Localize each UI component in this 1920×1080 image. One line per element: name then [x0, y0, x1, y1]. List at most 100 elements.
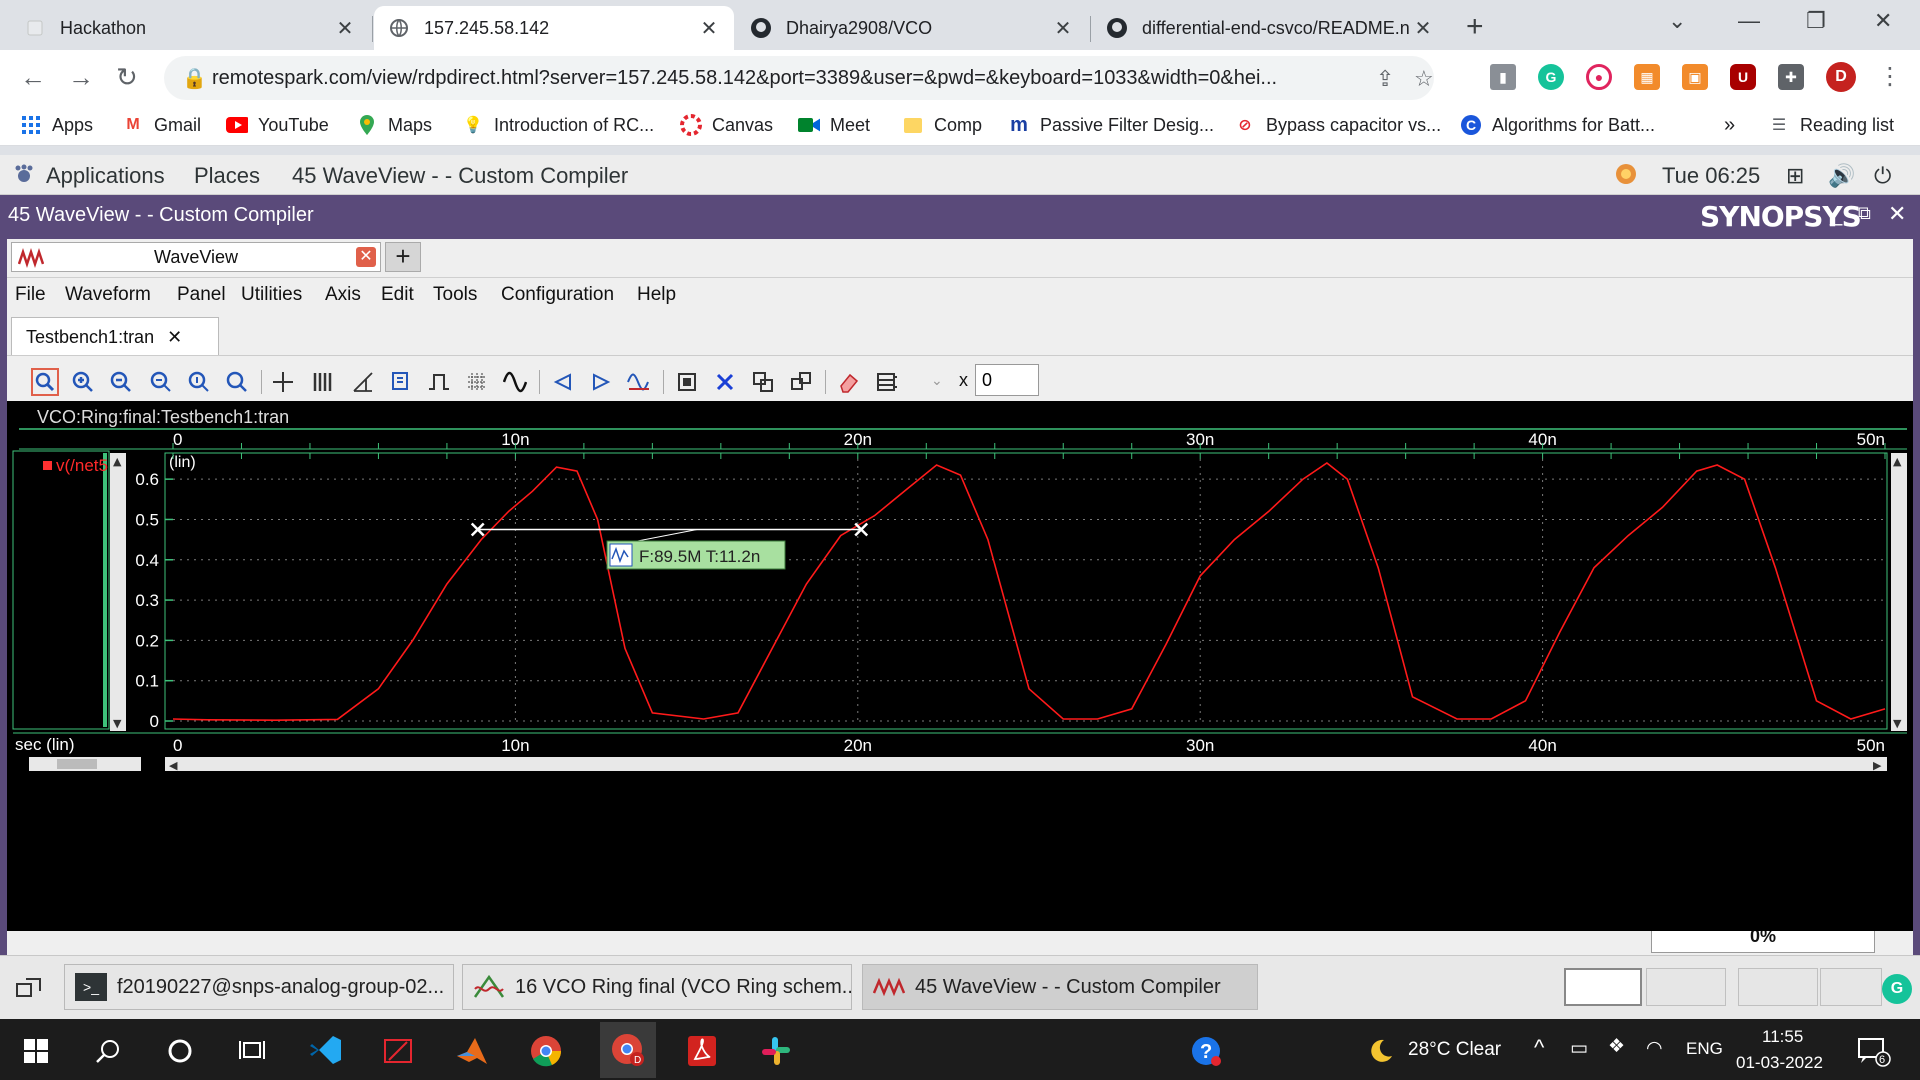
acrobat-icon[interactable]	[682, 1031, 722, 1071]
dropbox-icon[interactable]: ❖	[1608, 1035, 1625, 1058]
browser-tab-github-vco[interactable]: Dhairya2908/VCO ✕	[736, 6, 1088, 50]
browser-tab-remote[interactable]: 157.245.58.142 ✕	[374, 6, 734, 50]
bookmark-maps[interactable]: Maps	[356, 114, 432, 136]
bookmark-star-icon[interactable]: ☆	[1414, 66, 1434, 92]
close-window-icon[interactable]: ✕	[1874, 8, 1892, 34]
delete-icon[interactable]	[711, 368, 739, 396]
window-vco-schematic[interactable]: 16 VCO Ring final (VCO Ring schem...	[462, 964, 852, 1010]
weather-text[interactable]: 28°C Clear	[1408, 1039, 1501, 1061]
browser-tab-hackathon[interactable]: Hackathon ✕	[10, 6, 370, 50]
bookmark-meet[interactable]: Meet	[798, 114, 870, 136]
close-tab-icon[interactable]: ✕	[698, 16, 720, 41]
menu-axis[interactable]: Axis	[325, 284, 361, 306]
windows-start-icon[interactable]	[16, 1031, 56, 1071]
minimize-icon[interactable]: —	[1738, 8, 1760, 34]
tab-search-icon[interactable]: ⌄	[1668, 8, 1686, 34]
applications-menu[interactable]: Applications	[46, 163, 165, 189]
pulse-measure-icon[interactable]	[425, 368, 453, 396]
grammarly-icon[interactable]: G	[1538, 64, 1564, 90]
extension-window-icon[interactable]: ▣	[1682, 64, 1708, 90]
browser-tab-github-readme[interactable]: differential-end-csvco/README.n ✕	[1092, 6, 1448, 50]
bookmark-gmail[interactable]: M Gmail	[122, 114, 201, 136]
reading-list-button[interactable]: ☰ Reading list	[1768, 114, 1894, 136]
window-waveview[interactable]: 45 WaveView - - Custom Compiler	[862, 964, 1258, 1010]
group-panels-icon[interactable]	[787, 368, 815, 396]
extension-stats-icon[interactable]: ▮	[1490, 64, 1516, 90]
zoom-y-icon[interactable]	[185, 368, 213, 396]
power-icon[interactable]: ⏻	[1874, 163, 1891, 189]
bookmark-passive-filter[interactable]: m Passive Filter Desig...	[1008, 114, 1214, 136]
x-value-input[interactable]	[975, 364, 1039, 396]
grammarly-icon[interactable]: G	[1882, 974, 1912, 1004]
bookmark-comp[interactable]: Comp	[902, 114, 982, 136]
next-edge-icon[interactable]	[587, 368, 615, 396]
eraser-icon[interactable]	[835, 368, 863, 396]
waveview-tab[interactable]: WaveView ✕	[11, 242, 381, 272]
search-icon[interactable]	[88, 1031, 128, 1071]
close-icon[interactable]: ✕	[1888, 201, 1906, 227]
menu-tools[interactable]: Tools	[433, 284, 477, 306]
close-tab-icon[interactable]: ✕	[1052, 16, 1074, 41]
tray-overflow-icon[interactable]: ^	[1534, 1035, 1544, 1061]
chrome-menu-icon[interactable]: ⋮	[1878, 62, 1902, 91]
menu-configuration[interactable]: Configuration	[501, 284, 614, 306]
vscode-icon[interactable]	[306, 1031, 346, 1071]
restore-icon[interactable]: ⧉	[1858, 203, 1871, 224]
extensions-puzzle-icon[interactable]: ✚	[1778, 64, 1804, 90]
reload-icon[interactable]: ↻	[116, 62, 138, 93]
waveform-panel[interactable]: VCO:Ring:final:Testbench1:tran ▲ ▼ ▲ ▼ v…	[7, 401, 1913, 931]
chrome-icon[interactable]	[526, 1031, 566, 1071]
network-icon[interactable]: ⊞	[1786, 163, 1804, 189]
share-icon[interactable]: ⇪	[1376, 66, 1394, 92]
back-icon[interactable]: ←	[20, 62, 46, 93]
bookmark-rc[interactable]: 💡 Introduction of RC...	[462, 114, 654, 136]
menu-utilities[interactable]: Utilities	[241, 284, 302, 306]
clock-label[interactable]: Tue 06:25	[1662, 163, 1760, 189]
stack-panels-icon[interactable]	[873, 368, 901, 396]
workspace-4[interactable]	[1820, 968, 1882, 1006]
workspace-3[interactable]	[1738, 968, 1818, 1006]
places-menu[interactable]: Places	[194, 163, 260, 189]
window-terminal[interactable]: >_ f20190227@snps-analog-group-02...	[64, 964, 454, 1010]
menu-help[interactable]: Help	[637, 284, 676, 306]
workspace-1[interactable]	[1564, 968, 1642, 1006]
extension-record-icon[interactable]: ●	[1586, 64, 1612, 90]
edge-search-icon[interactable]	[625, 368, 653, 396]
bookmark-apps[interactable]: Apps	[20, 114, 93, 136]
menu-panel[interactable]: Panel	[177, 284, 226, 306]
extension-grid-icon[interactable]: ▦	[1634, 64, 1660, 90]
menu-edit[interactable]: Edit	[381, 284, 414, 306]
close-tab-icon[interactable]: ✕	[334, 16, 356, 41]
close-document-icon[interactable]: ✕	[167, 327, 182, 347]
taskbar-date[interactable]: 01-03-2022	[1736, 1053, 1823, 1073]
profile-avatar[interactable]: D	[1826, 62, 1856, 92]
cortana-icon[interactable]	[160, 1031, 200, 1071]
zoom-previous-icon[interactable]	[223, 368, 251, 396]
bookmark-youtube[interactable]: YouTube	[226, 114, 329, 136]
annotation-icon[interactable]	[387, 368, 415, 396]
matlab-icon[interactable]	[452, 1031, 492, 1071]
language-indicator[interactable]: ENG	[1686, 1039, 1723, 1059]
help-icon[interactable]: ?	[1186, 1031, 1226, 1071]
vertical-markers-icon[interactable]	[309, 368, 337, 396]
slack-icon[interactable]	[756, 1031, 796, 1071]
volume-icon[interactable]: 🔊	[1828, 163, 1855, 189]
bookmark-bypass-capacitor[interactable]: ⊘ Bypass capacitor vs...	[1234, 114, 1441, 136]
crosshair-icon[interactable]	[269, 368, 297, 396]
close-tab-icon[interactable]: ✕	[1412, 16, 1434, 41]
app-icon[interactable]	[378, 1031, 418, 1071]
new-tab-button[interactable]: +	[1466, 10, 1484, 44]
panel-fit-icon[interactable]	[673, 368, 701, 396]
forward-icon[interactable]: →	[68, 62, 94, 93]
menu-file[interactable]: File	[15, 284, 46, 306]
grid-toggle-icon[interactable]	[463, 368, 491, 396]
bookmark-algorithms[interactable]: C Algorithms for Batt...	[1460, 114, 1655, 136]
wifi-icon[interactable]: ◠	[1646, 1037, 1663, 1060]
zoom-in-icon[interactable]	[69, 368, 97, 396]
ublock-icon[interactable]: U	[1730, 64, 1756, 90]
menu-waveform[interactable]: Waveform	[65, 284, 151, 306]
document-tab[interactable]: Testbench1:tran ✕	[11, 317, 219, 355]
waveform-style-icon[interactable]	[501, 368, 529, 396]
restore-icon[interactable]: ❐	[1806, 8, 1826, 34]
zoom-fit-icon[interactable]	[31, 368, 59, 396]
